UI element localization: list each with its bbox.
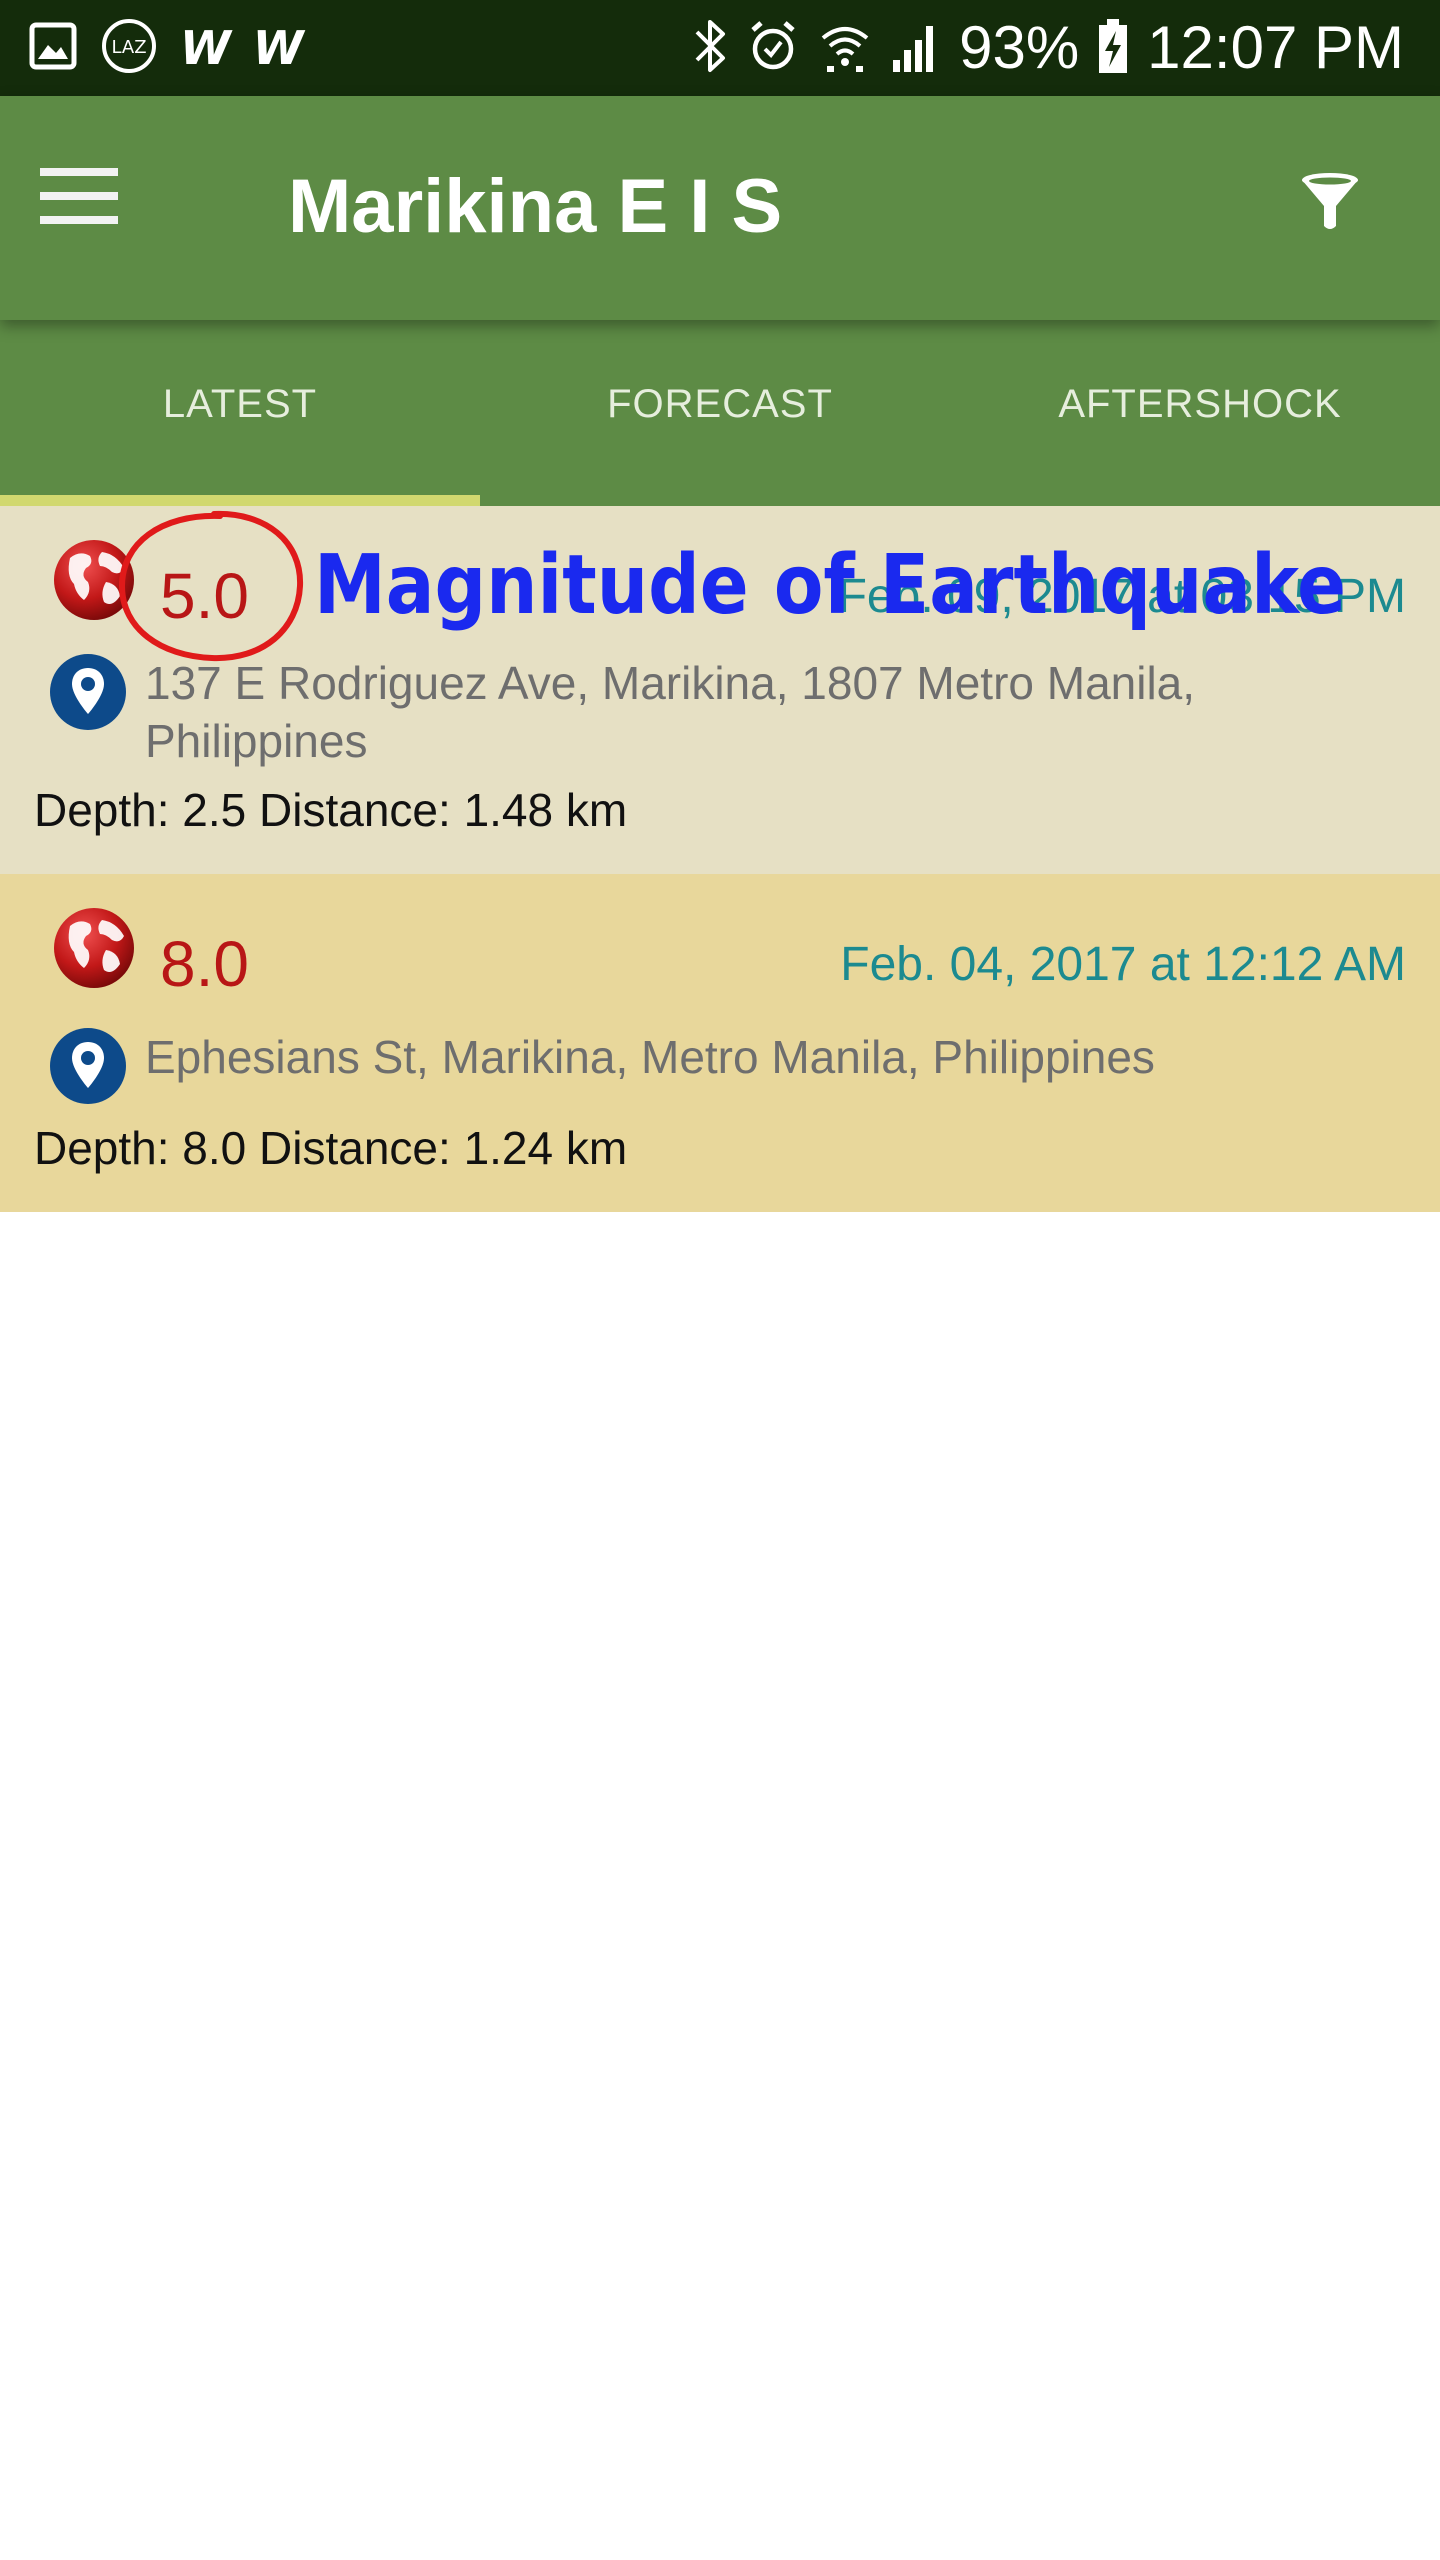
tab-forecast[interactable]: FORECAST — [480, 320, 960, 506]
app-title: Marikina E I S — [288, 164, 783, 249]
tab-latest[interactable]: LATEST — [0, 320, 480, 506]
bluetooth-icon — [693, 18, 729, 79]
status-bar-right-icons: 93% 12:07 PM — [693, 8, 1404, 88]
signal-icon — [891, 18, 941, 79]
quake-address: Ephesians St, Marikina, Metro Manila, Ph… — [145, 1031, 1155, 1083]
globe-icon — [54, 908, 134, 988]
app-bar: Marikina E I S — [0, 96, 1440, 320]
status-bar: LAZ W W 93% 12:07 PM — [0, 0, 1440, 96]
depth-distance: Depth: 2.5 Distance: 1.48 km — [34, 784, 628, 836]
laz-icon-label: LAZ — [111, 37, 146, 58]
battery-percent: 93% — [959, 14, 1080, 81]
gallery-icon — [28, 21, 78, 76]
filter-icon — [1302, 173, 1358, 229]
location-pin-icon — [50, 1028, 126, 1104]
depth-distance: Depth: 8.0 Distance: 1.24 km — [34, 1122, 628, 1174]
w-icon: W — [180, 21, 231, 75]
tab-bar: LATEST FORECAST AFTERSHOCK — [0, 320, 1440, 506]
quake-datetime: Feb. 04, 2017 at 12:12 AM — [840, 938, 1406, 991]
globe-icon — [54, 540, 134, 620]
alarm-icon — [747, 18, 799, 79]
list-item[interactable]: 8.0 Feb. 04, 2017 at 12:12 AM Ephesians … — [0, 874, 1440, 1212]
menu-button[interactable] — [40, 166, 150, 256]
magnitude-value: 5.0 — [160, 560, 249, 632]
battery-charging-icon — [1097, 17, 1129, 80]
w-icon: W — [252, 21, 304, 75]
laz-icon: LAZ — [100, 17, 158, 80]
clock-time: 12:07 PM — [1147, 14, 1404, 81]
location-pin-icon — [50, 654, 126, 730]
filter-button[interactable] — [1298, 170, 1398, 260]
quake-address: 137 E Rodriguez Ave, Marikina, 1807 Metr… — [145, 657, 1196, 767]
tab-aftershock[interactable]: AFTERSHOCK — [960, 320, 1440, 506]
annotation-label: Magnitude of Earthquake — [314, 538, 1347, 633]
status-bar-left-icons: LAZ W W — [28, 18, 304, 78]
wifi-icon — [817, 18, 873, 79]
magnitude-value: 8.0 — [160, 928, 249, 1000]
hamburger-menu-icon — [40, 168, 118, 224]
